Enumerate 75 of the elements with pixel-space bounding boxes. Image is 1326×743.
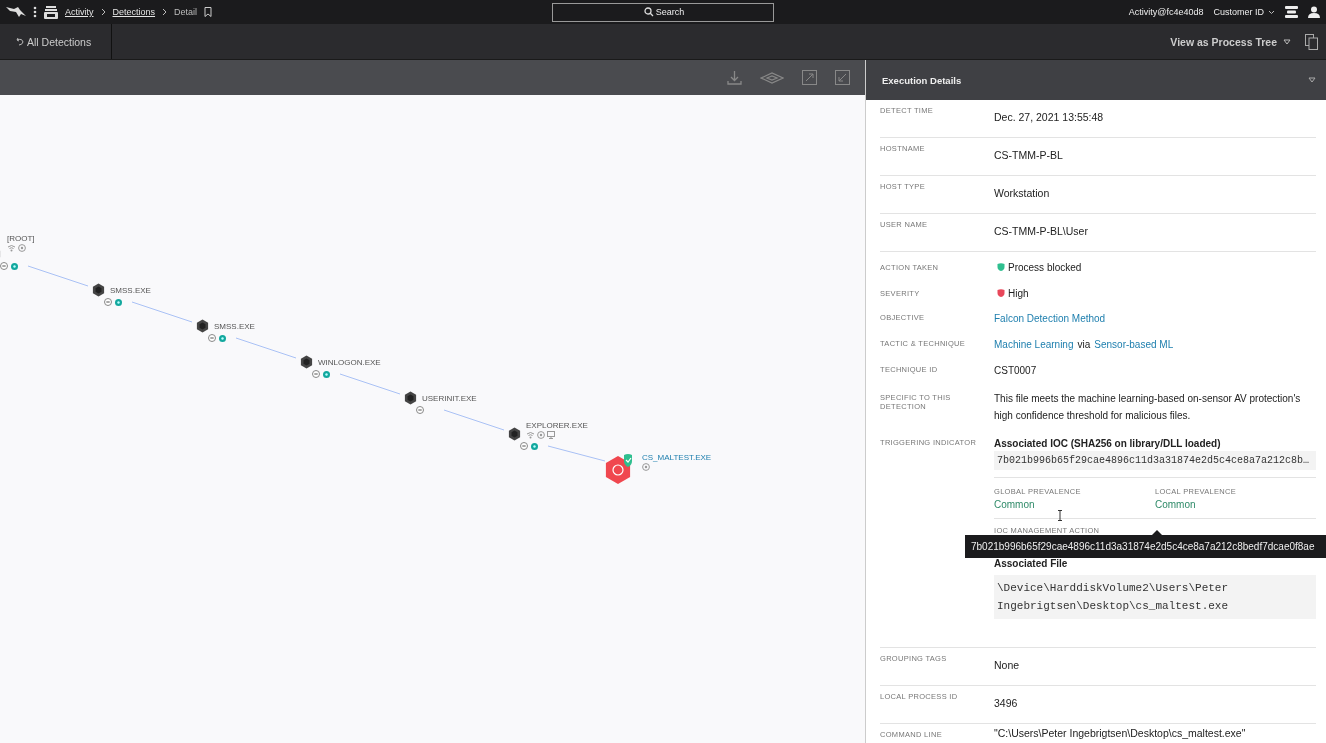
view-dropdown[interactable]: View as Process Tree [1170, 35, 1291, 48]
account-name: Activity@fc4e40d8 [1128, 7, 1204, 17]
technique-link[interactable]: Sensor-based ML [1094, 339, 1174, 350]
collapse-node-icon[interactable] [208, 334, 216, 342]
collapse-node-icon[interactable] [104, 298, 112, 306]
undo-icon [16, 37, 24, 46]
connector-line [547, 445, 606, 462]
connector-line [235, 337, 297, 359]
process-name: EXPLORER.EXE [526, 421, 588, 430]
process-name: [ROOT] [7, 234, 35, 243]
process-node-icon[interactable] [195, 319, 209, 333]
chevron-icon [162, 8, 168, 16]
user-icon[interactable] [1308, 6, 1320, 18]
process-name: SMSS.EXE [110, 286, 151, 295]
collapse-node-icon[interactable] [312, 370, 320, 378]
breadcrumb-link[interactable]: Detections [112, 7, 156, 17]
ioc-hash: 7b021b996b65f29cae4896c11d3a31874e2d5c4ce8a7a212c8b… [994, 451, 1316, 470]
menu-icon[interactable] [33, 6, 37, 18]
collapse-node-icon[interactable] [0, 262, 8, 270]
field-value: CS-TMM-P-BL\User [994, 224, 1089, 237]
process-node-icon[interactable] [403, 391, 417, 405]
tooltip-arrow-icon [1152, 530, 1162, 535]
search-field[interactable]: Search [552, 2, 774, 22]
process-name[interactable]: CS_MALTEST.EXE [642, 453, 712, 462]
technique-link[interactable]: Machine Learning [994, 339, 1074, 350]
field-value: High [1008, 287, 1029, 299]
back-button[interactable]: All Detections [0, 24, 112, 59]
process-name: SMSS.EXE [214, 322, 255, 331]
technique-link[interactable]: Falcon Detection Method [994, 313, 1106, 324]
prevalence-value: Common [1155, 499, 1197, 510]
breadcrumb-link[interactable]: Activity [65, 7, 94, 17]
caret-icon [1283, 38, 1291, 45]
collapse-node-icon[interactable] [520, 442, 528, 450]
process-node-icon[interactable] [507, 427, 521, 441]
connector-line [339, 373, 401, 395]
field-value: None [994, 658, 1021, 671]
customer-dropdown[interactable]: Customer ID [1213, 7, 1275, 17]
field-value: Workstation [994, 186, 1051, 199]
panel-title: Execution Details [882, 74, 962, 86]
inbox-icon[interactable] [44, 5, 58, 19]
file-title: Associated File [994, 558, 1069, 569]
chevron-icon [100, 8, 106, 16]
collapse-node-icon[interactable] [416, 406, 424, 414]
collapse-icon[interactable] [835, 70, 850, 85]
process-name: USERINIT.EXE [422, 394, 477, 403]
file-path: \Device\HarddiskVolume2\Users\Peter Ingebrigtsen\Desktop\cs_maltest.exe [994, 575, 1316, 619]
caret-icon[interactable] [1308, 77, 1316, 83]
copy-icon[interactable] [1305, 33, 1318, 50]
field-value: Process blocked [1008, 261, 1082, 273]
layers-icon[interactable] [760, 71, 784, 84]
breadcrumb-current: Detail [174, 7, 198, 17]
chevron-down-icon [1268, 9, 1275, 15]
field-value: This file meets the machine learning-based on-sensor AV protection's high confidence threshold for malicious files. [994, 392, 1302, 423]
field-value: via [1077, 339, 1091, 350]
prevalence-value: Common [994, 499, 1036, 510]
field-value: CS-TMM-P-BL [994, 148, 1064, 161]
field-value: Dec. 27, 2021 13:55:48 [994, 110, 1105, 123]
search-icon [644, 7, 654, 17]
text-cursor-icon [1057, 510, 1063, 521]
download-icon[interactable] [727, 70, 742, 85]
hash-tooltip: 7b021b996b65f29cae4896c11d3a31874e2d5c4ce8a7a212c8bedf7dcae0f8ae [965, 535, 1326, 558]
process-name: WINLOGON.EXE [318, 358, 381, 367]
connector-line [443, 409, 505, 431]
process-node-icon[interactable] [91, 283, 105, 297]
field-value: 3496 [994, 696, 1019, 709]
connector-line [131, 301, 193, 323]
server-icon[interactable] [1285, 6, 1298, 18]
expand-icon[interactable] [802, 70, 817, 85]
connector-line [27, 265, 89, 287]
ioc-title: Associated IOC (SHA256 on library/DLL loaded) [994, 438, 1222, 449]
process-node-icon[interactable] [299, 355, 313, 369]
field-value: CST0007 [994, 364, 1038, 378]
field-value: "C:\Users\Peter Ingebrigtsen\Desktop\cs_maltest.exe" [994, 727, 1247, 739]
bookmark-icon[interactable] [204, 7, 213, 17]
bird-logo[interactable] [6, 6, 26, 18]
